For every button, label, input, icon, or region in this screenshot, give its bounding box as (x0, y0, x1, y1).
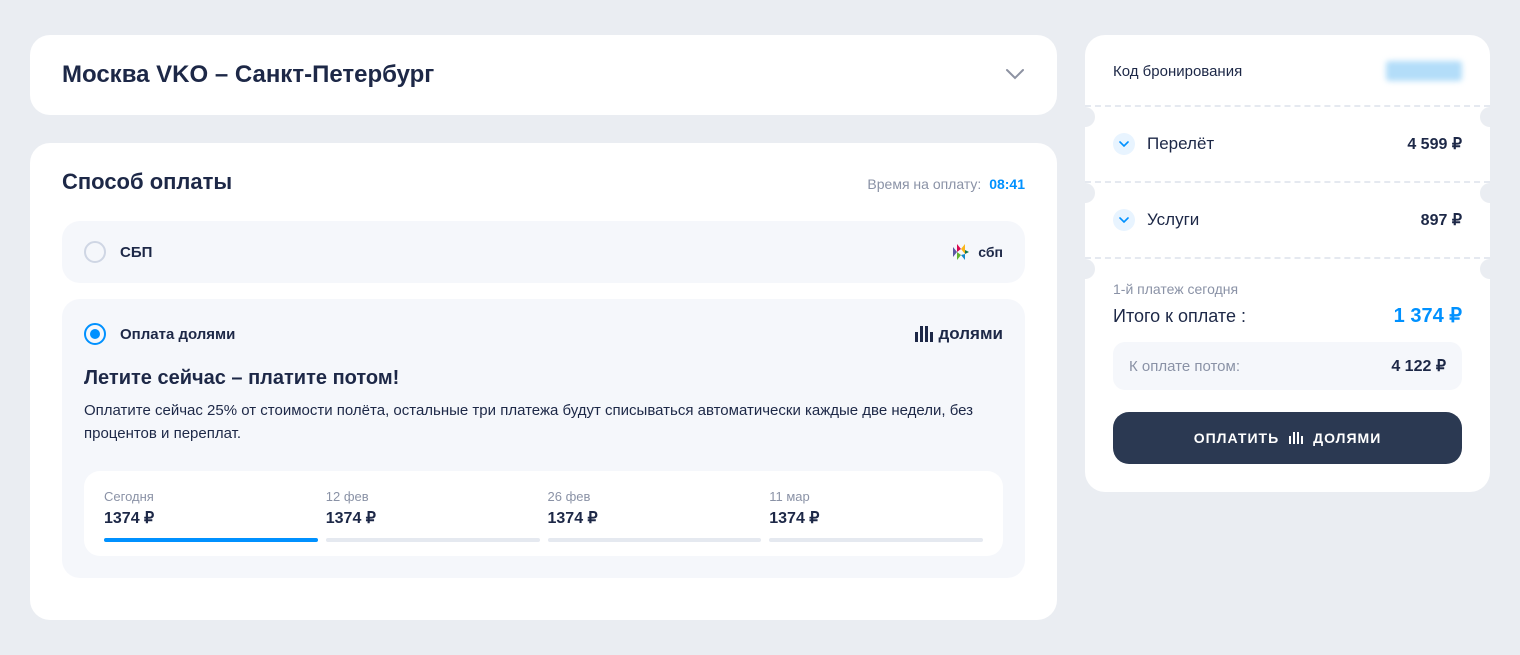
radio-checked-icon (84, 323, 106, 345)
route-title: Москва VKO – Санкт-Петербург (62, 61, 434, 89)
schedule-item: 26 фев 1374 ₽ (548, 489, 762, 542)
chevron-down-icon[interactable] (1113, 209, 1135, 231)
chevron-down-icon[interactable] (1113, 133, 1135, 155)
pay-button[interactable]: ОПЛАТИТЬ ДОЛЯМИ (1113, 412, 1462, 464)
schedule-item: Сегодня 1374 ₽ (104, 489, 318, 542)
chevron-down-icon (1005, 67, 1025, 83)
timer-label: Время на оплату: (867, 176, 981, 192)
timer-value: 08:41 (989, 176, 1025, 192)
dolyami-logo-text: долями (939, 324, 1004, 344)
progress-bar (548, 538, 762, 542)
schedule-date: 12 фев (326, 489, 540, 504)
bars-icon (1289, 432, 1303, 444)
dolyami-logo: долями (915, 324, 1004, 344)
schedule-date: 11 мар (769, 489, 983, 504)
schedule-item: 12 фев 1374 ₽ (326, 489, 540, 542)
flight-label: Перелёт (1147, 134, 1214, 154)
services-label: Услуги (1147, 210, 1199, 230)
dolyami-label: Оплата долями (120, 326, 915, 343)
order-summary-card: Код бронирования Перелёт 4 599 ₽ (1085, 35, 1490, 492)
bars-icon (915, 326, 933, 342)
services-value: 897 ₽ (1421, 210, 1462, 230)
summary-services-row[interactable]: Услуги 897 ₽ (1113, 183, 1462, 257)
schedule-amount: 1374 ₽ (769, 508, 983, 528)
summary-flight-row[interactable]: Перелёт 4 599 ₽ (1113, 107, 1462, 181)
dolyami-description: Оплатите сейчас 25% от стоимости полёта,… (84, 400, 1003, 445)
booking-code-label: Код бронирования (1113, 63, 1242, 80)
booking-code-value (1386, 61, 1462, 81)
sbp-logo: сбп (950, 241, 1003, 263)
schedule-amount: 1374 ₽ (548, 508, 762, 528)
dolyami-headline: Летите сейчас – платите потом! (84, 367, 1003, 390)
flight-value: 4 599 ₽ (1407, 134, 1462, 154)
schedule-date: Сегодня (104, 489, 318, 504)
later-value: 4 122 ₽ (1391, 356, 1446, 376)
payment-option-dolyami[interactable]: Оплата долями долями Летите сейчас – пла… (62, 299, 1025, 578)
first-payment-note: 1-й платеж сегодня (1113, 281, 1462, 297)
schedule-amount: 1374 ₽ (326, 508, 540, 528)
progress-bar-active (104, 538, 318, 542)
total-value: 1 374 ₽ (1394, 303, 1462, 328)
schedule-amount: 1374 ₽ (104, 508, 318, 528)
payment-timer: Время на оплату: 08:41 (867, 176, 1025, 192)
progress-bar (769, 538, 983, 542)
sbp-label: СБП (120, 244, 950, 261)
payment-method-card: Способ оплаты Время на оплату: 08:41 СБП (30, 143, 1057, 620)
route-summary[interactable]: Москва VKO – Санкт-Петербург (30, 35, 1057, 115)
payment-title: Способ оплаты (62, 169, 232, 195)
radio-unchecked-icon (84, 241, 106, 263)
schedule-date: 26 фев (548, 489, 762, 504)
sbp-logo-text: сбп (978, 244, 1003, 260)
payment-schedule: Сегодня 1374 ₽ 12 фев 1374 ₽ 26 фев 1374… (84, 471, 1003, 556)
pay-button-suffix: ДОЛЯМИ (1313, 430, 1381, 446)
later-label: К оплате потом: (1129, 358, 1240, 375)
pay-later-row: К оплате потом: 4 122 ₽ (1113, 342, 1462, 390)
payment-option-sbp[interactable]: СБП сбп (62, 221, 1025, 283)
total-label: Итого к оплате : (1113, 306, 1246, 327)
schedule-item: 11 мар 1374 ₽ (769, 489, 983, 542)
progress-bar (326, 538, 540, 542)
pay-button-label: ОПЛАТИТЬ (1194, 430, 1279, 446)
